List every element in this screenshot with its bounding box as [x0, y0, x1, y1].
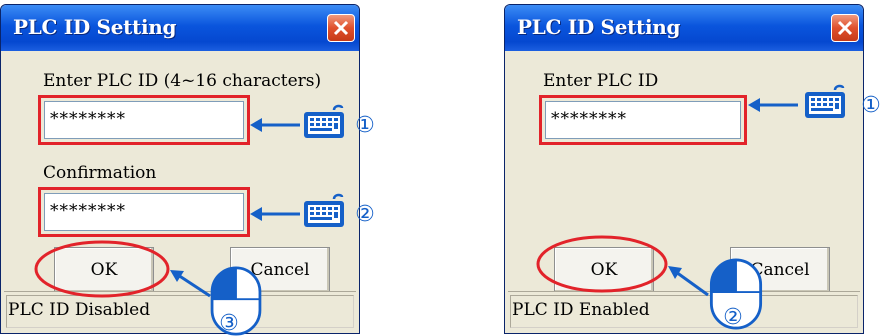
arrow-icon [250, 118, 300, 132]
arrow-icon [170, 270, 211, 298]
step-marker-1: ① [861, 93, 881, 118]
arrow-icon [748, 98, 798, 112]
annotation-overlay: ① ② ③ ① ② [34, 84, 881, 336]
ok-button-highlight [536, 235, 668, 293]
arrow-icon [250, 207, 300, 221]
step-marker-2: ② [355, 202, 375, 227]
step-marker-3: ③ [219, 311, 239, 336]
step-marker-2: ② [723, 305, 743, 330]
keyboard-icon [302, 193, 346, 229]
step-marker-1: ① [355, 113, 375, 138]
arrow-icon [668, 266, 709, 297]
ok-button-highlight [34, 240, 170, 298]
keyboard-icon [803, 84, 847, 120]
keyboard-icon [302, 104, 346, 140]
